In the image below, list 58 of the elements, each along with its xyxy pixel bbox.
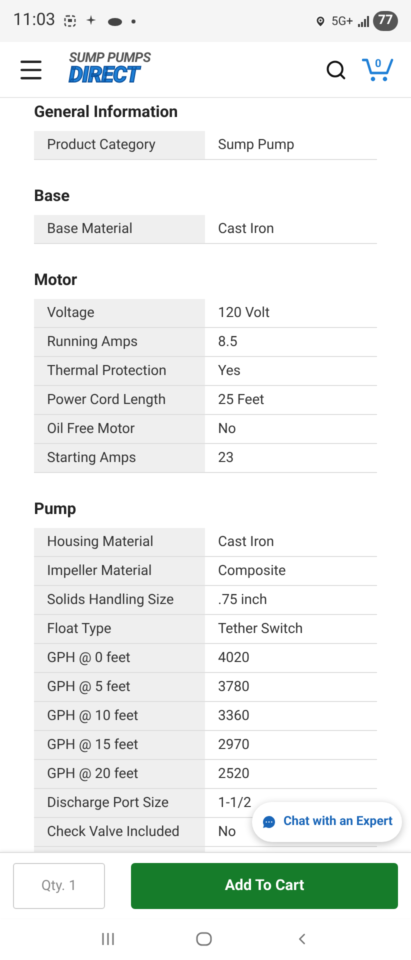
spec-value: 1-1/2 [218,794,252,812]
battery-badge: 77 [373,11,398,31]
spec-value: Sump Pump [218,136,294,154]
recent-apps-icon[interactable] [100,932,114,946]
spec-value: 2970 [218,736,250,754]
spec-value: No [218,420,236,438]
signal-icon [357,15,370,27]
spec-value: Cast Iron [218,220,274,238]
home-icon[interactable] [196,931,212,947]
spec-label-cell: GPH @ 5 feet [34,673,205,701]
search-icon[interactable] [325,58,347,80]
spec-label-cell: GPH @ 10 feet [34,702,205,730]
cart-button[interactable]: 0 [362,56,394,82]
store-logo[interactable]: SUMP PUMPS DIRECT [69,52,151,88]
spec-label-cell: GPH @ 20 feet [34,760,205,788]
spec-value: No [218,822,236,842]
spec-value: 23 [218,448,234,468]
spec-value: Composite [218,562,286,580]
spec-value: Yes [218,362,241,380]
spec-label-cell: Housing Material [34,528,205,556]
spec-label-cell: Power Cord Length [34,386,205,414]
add-to-cart-button[interactable]: Add To Cart [131,862,398,908]
spec-label-cell: Oil Free Motor [34,415,205,443]
spec-label-cell: GPH @ 15 feet [34,731,205,759]
status-time: 11:03 [13,9,56,32]
quantity-field[interactable]: Qty. 1 [13,862,105,908]
spec-label-cell: Product Category [34,131,205,159]
spec-label-cell: Check Valve Included [34,818,205,846]
spec-value: .75 inch [218,590,268,610]
cart-count: 0 [375,56,382,72]
spec-value: 2520 [218,764,250,784]
spec-value: 25 Feet [218,390,264,410]
spec-label-cell: Voltage [34,299,205,327]
spec-label-cell: Impeller Material [34,557,205,585]
spec-label-cell: Base Material [34,215,205,243]
section-heading: Base [34,185,71,207]
spec-label-cell: Running Amps [34,328,205,356]
chat-button[interactable]: Chat with an Expert [252,802,402,842]
network-label: 5G+ [331,13,354,30]
section-heading: Motor [34,269,78,291]
spec-value: Tether Switch [218,620,303,638]
spec-value: 120 Volt [218,304,270,322]
spec-value: 3360 [218,706,250,726]
spec-value: 8.5 [218,332,238,352]
spec-label-cell: Thermal Protection [34,357,205,385]
section-heading: Pump [34,498,78,520]
cart-icon [362,56,394,82]
chat-icon [261,814,278,830]
spec-label-cell: Starting Amps [34,444,205,472]
spec-label-cell: GPH @ 0 feet [34,644,205,672]
spec-label-cell: Solids Handling Size [34,586,205,614]
spec-label-cell: Float Type [34,615,205,643]
spec-value: 3780 [218,678,250,696]
spec-value: 4020 [218,648,250,668]
location-icon [314,14,328,28]
spec-label-cell: Discharge Port Size [34,789,205,817]
spec-value: Cast Iron [218,532,274,552]
section-heading: General Information [34,101,179,123]
